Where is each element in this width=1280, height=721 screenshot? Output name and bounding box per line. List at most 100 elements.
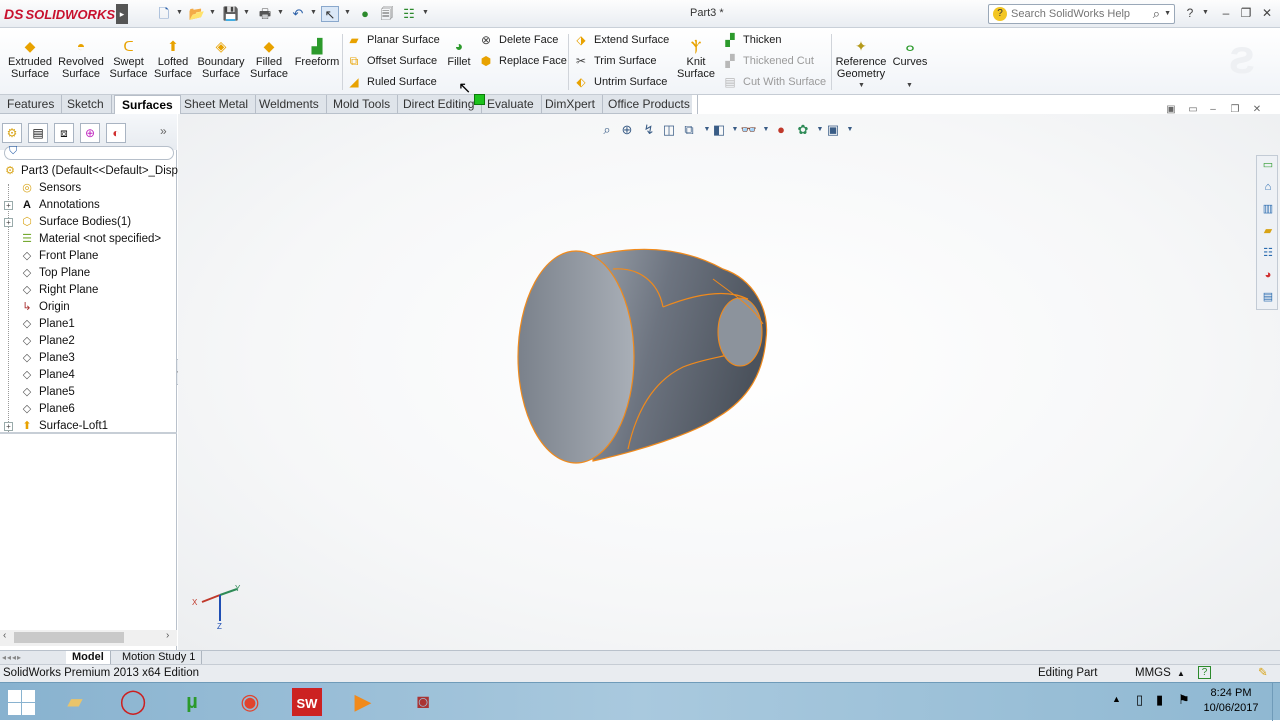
tree-filter-input[interactable]: ⛉ (4, 145, 174, 160)
tree-horizontal-scrollbar[interactable]: ‹ › (0, 630, 177, 646)
expand-icon[interactable]: + (4, 218, 13, 227)
rebuild-traffic-light-icon[interactable]: ● (356, 6, 374, 22)
notification-flag-icon[interactable]: ⚑ (1178, 692, 1190, 708)
battery-icon[interactable]: ▯ (1136, 692, 1143, 708)
tree-item-plane4[interactable]: ◇ Plane4 (0, 367, 177, 384)
edit-appearance-icon[interactable]: ● (772, 121, 790, 139)
property-manager-icon[interactable]: ▤ (28, 123, 48, 143)
tree-item-plane3[interactable]: ◇ Plane3 (0, 350, 177, 367)
tab-features[interactable]: Features (0, 95, 63, 114)
media-player-icon[interactable]: ▶ (346, 686, 380, 718)
chevron-down-icon[interactable]: ▼ (841, 121, 859, 139)
select-arrow-icon[interactable]: ↖ (321, 6, 339, 22)
tab-sketch[interactable]: Sketch (60, 95, 112, 114)
minimize-icon[interactable]: – (1218, 5, 1234, 21)
tree-item-annotations[interactable]: + A Annotations (0, 197, 177, 214)
home-icon[interactable]: ⌂ (1259, 178, 1277, 196)
network-icon[interactable]: ▮ (1156, 692, 1163, 708)
freeform-button[interactable]: ▟ Freeform (293, 38, 341, 90)
ruled-surface-button[interactable]: ◢ Ruled Surface (346, 73, 436, 91)
save-icon[interactable]: 💾 (222, 6, 240, 22)
tab-nav-arrows-icon[interactable]: ◂◂◂▸ (2, 653, 22, 662)
chevron-down-icon[interactable]: ▼ (176, 9, 183, 16)
revolved-surface-button[interactable]: ◓ Revolved Surface (56, 38, 106, 90)
appearances-icon[interactable]: ◕ (1259, 266, 1277, 284)
thickened-cut-button[interactable]: ▞ Thickened Cut (722, 52, 814, 70)
open-folder-icon[interactable]: 📂 (188, 6, 206, 22)
lofted-surface-button[interactable]: ⬆ Lofted Surface (151, 38, 195, 90)
tab-motion-study-1[interactable]: Motion Study 1 (116, 651, 203, 665)
doc-minimize-icon[interactable]: – (1206, 104, 1220, 116)
cut-with-surface-button[interactable]: ▤ Cut With Surface (722, 73, 826, 91)
configuration-manager-icon[interactable]: ⧈ (54, 123, 74, 143)
rebuild-pending-icon[interactable]: ✎ (1258, 665, 1268, 682)
graphics-area[interactable] (178, 114, 1280, 651)
viewport-split-icon[interactable]: ▣ (1164, 104, 1178, 116)
show-desktop-button[interactable] (1272, 683, 1280, 721)
close-icon[interactable]: ✕ (1259, 5, 1275, 21)
dimxpert-manager-icon[interactable]: ⊕ (80, 123, 100, 143)
hide-show-items-icon[interactable]: 👓 (740, 121, 758, 139)
tab-mold-tools[interactable]: Mold Tools (326, 95, 399, 114)
expand-icon[interactable]: + (4, 201, 13, 210)
tab-sheet-metal[interactable]: Sheet Metal (177, 95, 257, 114)
scroll-left-icon[interactable]: ‹ (3, 630, 6, 641)
system-clock[interactable]: 8:24 PM 10/06/2017 (1196, 686, 1266, 716)
help-search-box[interactable]: ? ⌕ ▼ (988, 4, 1175, 24)
tab-weldments[interactable]: Weldments (252, 95, 327, 114)
tree-item-top-plane[interactable]: ◇ Top Plane (0, 265, 177, 282)
solidworks-taskbar-icon[interactable]: SW (290, 686, 324, 718)
tab-model[interactable]: Model (66, 651, 111, 665)
tree-item-right-plane[interactable]: ◇ Right Plane (0, 282, 177, 299)
chevron-down-icon[interactable]: ▼ (1164, 10, 1171, 17)
untrim-surface-button[interactable]: ⬖ Untrim Surface (573, 73, 667, 91)
chevron-down-icon[interactable]: ▼ (243, 9, 250, 16)
feature-manager-icon[interactable]: ⚙ (2, 123, 22, 143)
file-explorer-icon[interactable]: ▰ (1259, 222, 1277, 240)
tree-item-material[interactable]: ☰ Material <not specified> (0, 231, 177, 248)
print-icon[interactable]: 🖶 (256, 6, 274, 22)
menu-flyout-icon[interactable]: ▸ (116, 4, 128, 24)
offset-surface-button[interactable]: ⧉ Offset Surface (346, 52, 437, 70)
swept-surface-button[interactable]: ᑕ Swept Surface (106, 38, 151, 90)
previous-view-icon[interactable]: ↯ (640, 121, 658, 139)
utorrent-icon[interactable]: µ (175, 686, 209, 718)
doc-restore-icon[interactable]: ❐ (1228, 104, 1242, 116)
chevron-up-icon[interactable]: ▲ (1112, 694, 1121, 704)
extend-surface-button[interactable]: ⬗ Extend Surface (573, 31, 669, 49)
search-input[interactable] (1011, 7, 1141, 21)
replace-face-button[interactable]: ⬢ Replace Face (478, 52, 567, 70)
tree-item-sensors[interactable]: ◎ Sensors (0, 180, 177, 197)
chevron-down-icon[interactable]: ▼ (422, 9, 429, 16)
tab-office-products[interactable]: Office Products (601, 95, 698, 114)
view-palette-icon[interactable]: ☷ (1259, 244, 1277, 262)
restore-icon[interactable]: ❐ (1238, 5, 1254, 21)
design-library-icon[interactable]: ▥ (1259, 200, 1277, 218)
chevron-down-icon[interactable]: ▼ (1202, 9, 1209, 16)
extruded-surface-button[interactable]: ◆ Extruded Surface (4, 38, 56, 90)
expand-icon[interactable]: + (4, 422, 13, 431)
display-manager-icon[interactable]: ◐ (106, 123, 126, 143)
section-view-icon[interactable]: ◫ (660, 121, 678, 139)
apply-scene-icon[interactable]: ✿ (794, 121, 812, 139)
chevron-down-icon[interactable]: ▼ (858, 82, 865, 89)
tree-root-part[interactable]: ⚙ Part3 (Default<<Default>_Disp (0, 163, 178, 180)
tree-item-origin[interactable]: ↳ Origin (0, 299, 177, 316)
scroll-right-icon[interactable]: › (166, 630, 169, 641)
view-orientation-icon[interactable]: ⧉ (680, 121, 698, 139)
zoom-to-fit-icon[interactable]: ⌕ (598, 121, 616, 139)
tree-item-plane2[interactable]: ◇ Plane2 (0, 333, 177, 350)
help-icon[interactable]: ? (1182, 5, 1198, 21)
zoom-to-area-icon[interactable]: ⊕ (618, 121, 636, 139)
boundary-surface-button[interactable]: ◈ Boundary Surface (195, 38, 247, 90)
opera-browser-icon[interactable]: ◯ (116, 686, 150, 718)
unit-system-text[interactable]: MMGS (1135, 665, 1171, 682)
windows-start-icon[interactable] (6, 688, 36, 716)
lofted-surface-model[interactable] (508, 239, 778, 469)
knit-surface-button[interactable]: Ⲯ Knit Surface (677, 38, 715, 90)
custom-properties-icon[interactable]: ▤ (1259, 288, 1277, 306)
chrome-browser-icon[interactable]: ◉ (233, 686, 267, 718)
thicken-button[interactable]: ▞ Thicken (722, 31, 781, 49)
rollback-bar[interactable] (0, 432, 177, 434)
screen-recorder-icon[interactable]: ◙ (406, 686, 440, 718)
